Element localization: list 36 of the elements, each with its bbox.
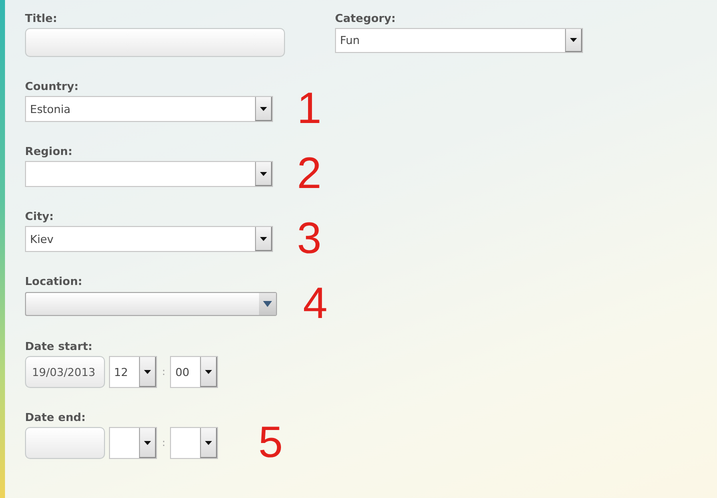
date-field[interactable]: 19/03/2013	[25, 356, 105, 388]
dropdown[interactable]: Fun	[335, 28, 583, 53]
annotation-number: 1	[297, 86, 322, 132]
dropdown[interactable]: Estonia	[25, 96, 273, 122]
caret-icon	[260, 172, 267, 176]
date-field[interactable]	[25, 427, 105, 459]
time-separator: :	[162, 438, 166, 448]
caret-icon	[570, 38, 577, 42]
dropdown[interactable]: 00	[170, 356, 218, 388]
caret-icon	[260, 236, 267, 240]
dropdown[interactable]	[25, 161, 273, 187]
annotation-number: 5	[258, 420, 283, 466]
field-label: Region:	[25, 145, 74, 158]
dropdown[interactable]	[170, 427, 218, 459]
field-label: Date start:	[25, 340, 94, 353]
caret-icon	[205, 370, 212, 374]
field-label: Title:	[25, 12, 58, 25]
chevron-icon	[263, 301, 272, 307]
dropdown[interactable]: 12	[109, 356, 157, 388]
title-field[interactable]	[25, 28, 285, 57]
caret-icon	[205, 440, 212, 444]
caret-icon	[260, 106, 267, 110]
field-label: Category:	[335, 12, 397, 25]
annotation-number: 4	[303, 281, 328, 327]
combo-box[interactable]	[25, 292, 277, 316]
dropdown[interactable]	[109, 427, 157, 459]
field-label: Country:	[25, 80, 80, 93]
dropdown[interactable]: Kiev	[25, 226, 273, 252]
caret-icon	[144, 440, 151, 444]
field-label: City:	[25, 210, 55, 223]
annotation-number: 2	[297, 151, 322, 197]
field-label: Location:	[25, 275, 84, 288]
time-separator: :	[162, 366, 166, 378]
annotation-number: 3	[297, 216, 322, 262]
caret-icon	[144, 370, 151, 374]
field-label: Date end:	[25, 411, 87, 424]
